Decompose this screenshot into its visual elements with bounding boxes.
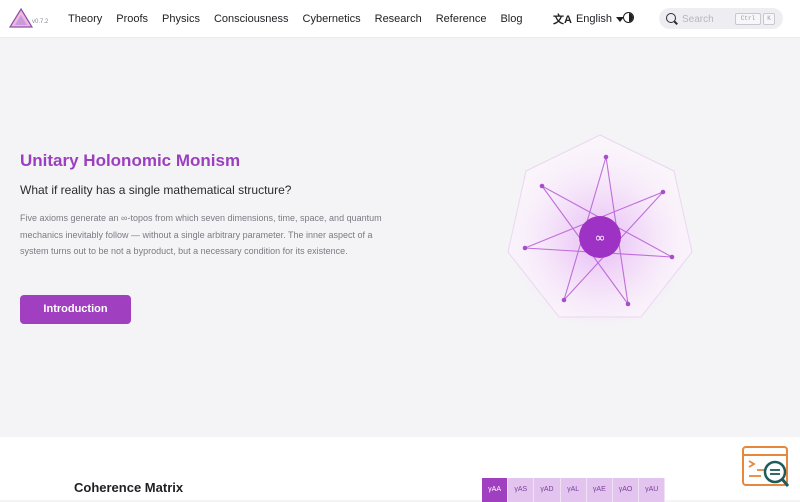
- hero-subtitle: What if reality has a single mathematica…: [20, 183, 292, 197]
- translate-icon: 文A: [553, 14, 572, 26]
- nav-link-consciousness[interactable]: Consciousness: [214, 13, 289, 25]
- hero-title: Unitary Holonomic Monism: [20, 151, 241, 170]
- heptagon-star-graphic: ∞: [507, 134, 693, 327]
- nav-link-proofs[interactable]: Proofs: [116, 13, 148, 25]
- search-helper-widget-icon[interactable]: [741, 446, 791, 490]
- nav-link-theory[interactable]: Theory: [68, 13, 102, 25]
- infinity-symbol: ∞: [595, 231, 606, 246]
- nav-link-cybernetics[interactable]: Cybernetics: [303, 13, 361, 25]
- search-input[interactable]: [680, 11, 734, 27]
- top-navbar: v0.7.2 Theory Proofs Physics Consciousne…: [0, 0, 800, 38]
- matrix-tab-ad[interactable]: γAD: [534, 478, 561, 502]
- version-label: v0.7.2: [32, 19, 49, 25]
- shortcut-k-key: K: [763, 13, 775, 25]
- introduction-button[interactable]: Introduction: [20, 295, 131, 324]
- matrix-tab-ae[interactable]: γAE: [586, 478, 613, 502]
- shortcut-ctrl-key: Ctrl: [735, 13, 761, 25]
- nav-link-research[interactable]: Research: [375, 13, 422, 25]
- logo-icon[interactable]: [9, 8, 33, 28]
- language-label: English: [575, 13, 613, 25]
- matrix-tab-au[interactable]: γAU: [639, 478, 666, 502]
- nav-link-blog[interactable]: Blog: [500, 13, 522, 25]
- coherence-matrix-title: Coherence Matrix: [74, 480, 184, 495]
- nav-link-reference[interactable]: Reference: [436, 13, 487, 25]
- contrast-icon[interactable]: [623, 12, 634, 23]
- search-box[interactable]: Ctrl K: [659, 8, 783, 29]
- hero-description: Five axioms generate an ∞-topos from whi…: [20, 213, 382, 256]
- matrix-tab-al[interactable]: γAL: [560, 478, 587, 502]
- matrix-tabs: γAA γAS γAD γAL γAE γAO γAU: [482, 478, 666, 502]
- nav-links: Theory Proofs Physics Consciousness Cybe…: [68, 0, 537, 37]
- matrix-tab-ao[interactable]: γAO: [612, 478, 640, 502]
- search-icon: [666, 13, 676, 23]
- nav-link-physics[interactable]: Physics: [162, 13, 200, 25]
- matrix-tab-aa[interactable]: γAA: [482, 478, 509, 502]
- language-selector[interactable]: 文A English: [553, 11, 625, 27]
- matrix-tab-as[interactable]: γAS: [508, 478, 535, 502]
